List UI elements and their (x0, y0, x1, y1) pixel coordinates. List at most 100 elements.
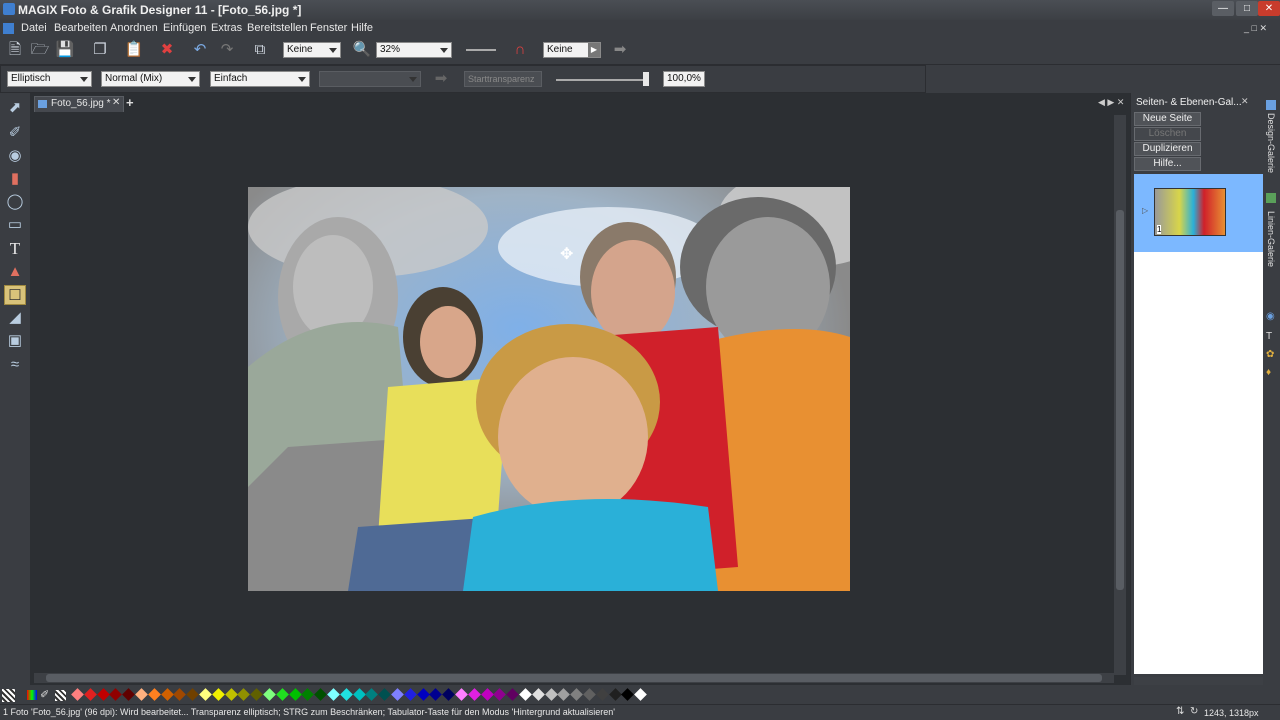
color-swatch[interactable] (391, 688, 404, 701)
color-swatch[interactable] (160, 688, 174, 701)
design-gallery-tab[interactable]: Design-Galerie (1266, 113, 1276, 173)
color-swatch[interactable] (186, 688, 200, 701)
apply-arrow-icon[interactable]: ➡ (431, 70, 451, 88)
color-swatch[interactable] (480, 688, 494, 701)
color-swatch[interactable] (455, 688, 468, 701)
color-swatch[interactable] (250, 688, 264, 701)
menu-fenster[interactable]: Fenster (310, 22, 347, 34)
zoom-icon[interactable]: 🔍 (352, 41, 372, 59)
panel-close-icon[interactable]: ✕ (1241, 96, 1249, 107)
apply-arrow-icon[interactable]: ➡ (610, 41, 630, 59)
opacity-slider[interactable] (556, 79, 648, 81)
color-swatch[interactable] (199, 688, 212, 701)
color-swatch[interactable] (429, 688, 443, 701)
redo-icon[interactable]: ↷ (217, 41, 237, 59)
percent-field[interactable]: 100,0% (663, 71, 705, 87)
color-swatch[interactable] (583, 688, 596, 701)
slider-handle[interactable] (643, 72, 649, 86)
color-swatch[interactable] (467, 688, 481, 701)
color-swatch[interactable] (493, 688, 507, 701)
no-color-icon[interactable] (2, 689, 15, 702)
color-swatch[interactable] (531, 688, 545, 701)
scroll-thumb[interactable] (1116, 210, 1124, 590)
menu-bereitstellen[interactable]: Bereitstellen (247, 22, 308, 34)
color-swatch[interactable] (634, 688, 648, 701)
eraser-tool-icon[interactable]: ▮ (4, 169, 26, 189)
color-swatch[interactable] (416, 688, 430, 701)
color-swatch[interactable] (275, 688, 289, 701)
design-gallery-icon[interactable] (1266, 100, 1276, 110)
menu-bearbeiten[interactable]: Bearbeiten (54, 22, 107, 34)
brush-tool-icon[interactable]: ✐ (4, 123, 26, 143)
color-swatch[interactable] (147, 688, 161, 701)
scroll-thumb[interactable] (46, 674, 1102, 682)
maximize-button[interactable]: □ (1236, 1, 1258, 16)
refresh-icon[interactable]: ↻ (1190, 706, 1198, 717)
mdi-controls[interactable]: _ □ ✕ (1244, 23, 1267, 34)
shape-select[interactable]: Elliptisch (7, 71, 92, 87)
close-tab-icon[interactable]: ✕ (112, 97, 120, 108)
color-swatch[interactable] (109, 688, 123, 701)
blend-select[interactable]: Normal (Mix) (101, 71, 200, 87)
start-transparency-field[interactable]: Starttransparenz (464, 71, 542, 87)
color-editor-icon[interactable] (27, 690, 37, 700)
color-swatch[interactable] (352, 688, 366, 701)
fill-gallery-icon[interactable]: ◉ (1266, 311, 1275, 322)
color-swatch[interactable] (608, 688, 622, 701)
page-thumbnail[interactable]: 1 (1154, 188, 1226, 236)
color-swatch[interactable] (96, 688, 110, 701)
color-swatch[interactable] (621, 688, 635, 701)
color-swatch[interactable] (544, 688, 558, 701)
color-swatch[interactable] (327, 688, 340, 701)
color-swatch[interactable] (288, 688, 302, 701)
text-tool-icon[interactable]: T (4, 239, 26, 259)
copy-icon[interactable]: ❐ (90, 41, 110, 59)
color-swatch[interactable] (263, 688, 276, 701)
color-swatch[interactable] (339, 688, 353, 701)
photo-canvas[interactable] (248, 187, 850, 591)
menu-hilfe[interactable]: Hilfe (351, 22, 373, 34)
line-gallery-icon[interactable] (1266, 193, 1276, 203)
color-swatch[interactable] (122, 688, 136, 701)
panel-hscroll[interactable] (1134, 677, 1264, 685)
color-swatch[interactable] (83, 688, 97, 701)
new-page-button[interactable]: Neue Seite (1134, 112, 1201, 126)
delete-page-button[interactable]: Löschen (1134, 127, 1201, 141)
eyedropper-icon[interactable]: ✐ (40, 688, 49, 701)
duplicate-button[interactable]: Duplizieren (1134, 142, 1201, 156)
vertical-scrollbar[interactable] (1114, 115, 1126, 675)
color-swatch[interactable] (135, 688, 148, 701)
horizontal-scrollbar[interactable] (34, 673, 1114, 683)
document-tab[interactable]: Foto_56.jpg * (34, 96, 124, 112)
tab-nav-icons[interactable]: ◀ ▶ ✕ (1098, 97, 1124, 108)
expand-icon[interactable]: ▷ (1142, 206, 1148, 215)
color-swatch[interactable] (442, 688, 456, 701)
color-swatch[interactable] (557, 688, 571, 701)
rectangle-tool-icon[interactable]: ▭ (4, 215, 26, 235)
add-tab-icon[interactable]: + (126, 95, 134, 110)
lasso-tool-icon[interactable]: ◯ (4, 192, 26, 212)
color-swatch[interactable] (403, 688, 417, 701)
new-file-icon[interactable]: 🗎 (5, 41, 25, 59)
color-swatch[interactable] (365, 688, 379, 701)
feather-select[interactable]: Keine (283, 42, 341, 58)
mold-tool-icon[interactable]: ≈ (4, 355, 26, 375)
shadow-tool-icon[interactable]: ◢ (4, 308, 26, 328)
line-gallery-tab[interactable]: Linien-Galerie (1266, 211, 1276, 267)
color-swatch[interactable] (173, 688, 187, 701)
camera-tool-icon[interactable]: ◉ (4, 146, 26, 166)
minimize-button[interactable]: — (1212, 1, 1234, 16)
color-swatch[interactable] (519, 688, 532, 701)
tag-icon[interactable]: ♦ (1266, 367, 1271, 378)
color-swatch[interactable] (378, 688, 392, 701)
color-swatch[interactable] (71, 688, 84, 701)
page-item-selected[interactable]: ▷ 1 (1134, 174, 1264, 252)
zoom-select[interactable]: 32% (376, 42, 452, 58)
color-swatch[interactable] (211, 688, 225, 701)
color-swatch[interactable] (595, 688, 609, 701)
bevel-tool-icon[interactable]: ▣ (4, 331, 26, 351)
fill-tool-icon[interactable]: ▲ (4, 262, 26, 282)
transparency-tool-icon[interactable]: ☐ (4, 285, 26, 305)
transparency-slider[interactable] (466, 49, 496, 51)
color-swatch[interactable] (224, 688, 238, 701)
